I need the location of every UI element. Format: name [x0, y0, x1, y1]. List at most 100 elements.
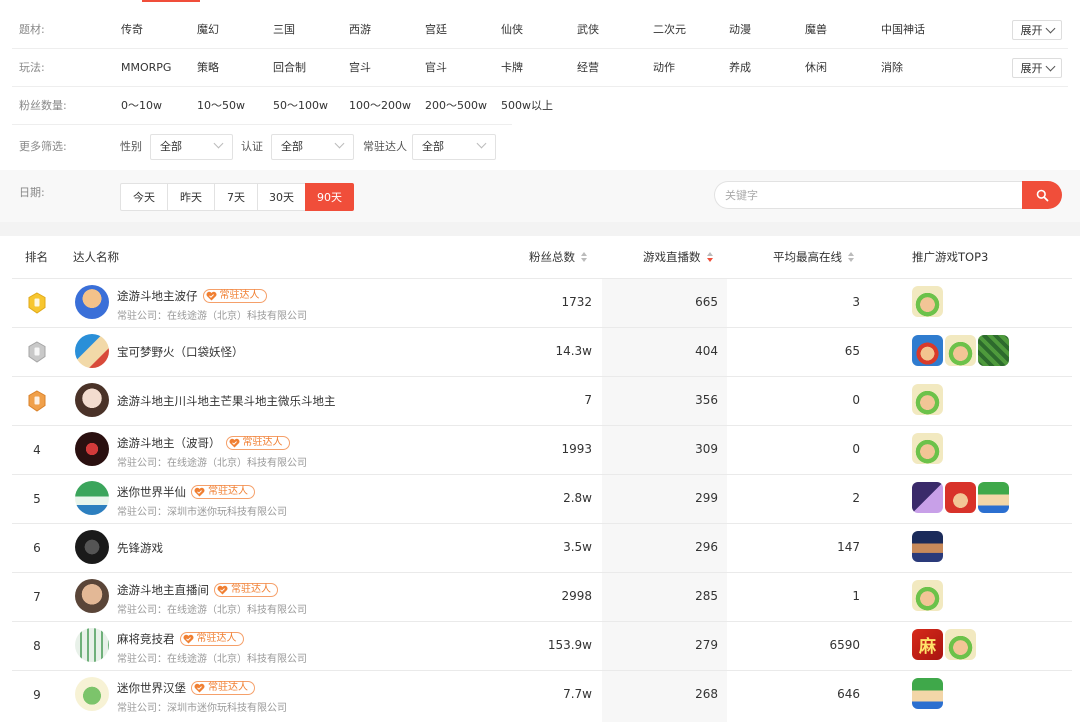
filter-option[interactable]: 10～50w: [197, 87, 245, 125]
filter-option[interactable]: 500w以上: [501, 87, 553, 125]
avatar[interactable]: [75, 383, 109, 417]
game-icon-farmer[interactable]: [912, 580, 943, 611]
filter-option[interactable]: 官斗: [425, 49, 447, 87]
table-header: 排名 达人名称 粉丝总数 游戏直播数 平均最高在线 推广游戏TOP3: [0, 236, 1080, 278]
date-option-today[interactable]: 今天: [120, 183, 168, 211]
filter-option[interactable]: 武侠: [577, 11, 599, 49]
table-row[interactable]: 9 迷你世界汉堡 常驻达人 常驻公司：深圳市迷你玩科技有限公司 7.7w 268 646: [0, 670, 1080, 719]
top-games: [912, 531, 943, 562]
filter-option[interactable]: 魔幻: [197, 11, 219, 49]
streamer-name[interactable]: 先锋游戏: [117, 540, 163, 556]
table-row[interactable]: 途游斗地主川斗地主芒果斗地主微乐斗地主 7 356 0: [0, 376, 1080, 425]
avatar[interactable]: [75, 677, 109, 711]
filter-option[interactable]: 50～100w: [273, 87, 328, 125]
table-row[interactable]: 4 途游斗地主（波哥） 常驻达人 常驻公司：在线途游（北京）科技有限公司 1993 309…: [0, 425, 1080, 474]
chevron-down-icon: [1045, 23, 1055, 34]
streamer-name[interactable]: 途游斗地主川斗地主芒果斗地主微乐斗地主: [117, 393, 336, 409]
fans-count: 7: [584, 393, 592, 407]
expand-label: 展开: [1020, 62, 1043, 75]
filter-option[interactable]: 经营: [577, 49, 599, 87]
game-icon-anime[interactable]: [912, 482, 943, 513]
avatar[interactable]: [75, 334, 109, 368]
game-icon-farmer[interactable]: [945, 335, 976, 366]
avatar[interactable]: [75, 628, 109, 662]
game-icon-block[interactable]: [912, 678, 943, 709]
filter-option[interactable]: MMORPG: [121, 49, 171, 87]
streamer-name[interactable]: 迷你世界汉堡: [117, 680, 186, 696]
verify-select[interactable]: 全部: [271, 134, 354, 160]
filter-option[interactable]: 西游: [349, 11, 371, 49]
filter-option[interactable]: 魔兽: [805, 11, 827, 49]
game-icon-block[interactable]: [978, 482, 1009, 513]
streamer-name[interactable]: 途游斗地主（波哥）: [117, 435, 221, 451]
streamer-name[interactable]: 途游斗地主波仔: [117, 288, 198, 304]
filter-option[interactable]: 二次元: [653, 11, 686, 49]
filter-option[interactable]: 200～500w: [425, 87, 487, 125]
filter-option[interactable]: 养成: [729, 49, 751, 87]
filter-option[interactable]: 动作: [653, 49, 675, 87]
filter-option[interactable]: 三国: [273, 11, 295, 49]
avg-peak-online: 6590: [829, 638, 860, 652]
filter-option[interactable]: 0～10w: [121, 87, 162, 125]
search-icon: [1036, 189, 1048, 201]
game-icon-pirate[interactable]: [912, 335, 943, 366]
streamer-name[interactable]: 麻将竞技君: [117, 631, 175, 647]
avg-peak-online: 0: [852, 393, 860, 407]
filter-option[interactable]: 100～200w: [349, 87, 411, 125]
expand-label: 展开: [1020, 24, 1043, 37]
gender-select[interactable]: 全部: [150, 134, 233, 160]
filter-option[interactable]: 休闲: [805, 49, 827, 87]
expand-gameplay-button[interactable]: 展开: [1012, 58, 1062, 78]
filter-option[interactable]: 卡牌: [501, 49, 523, 87]
table-row[interactable]: 5 迷你世界半仙 常驻达人 常驻公司：深圳市迷你玩科技有限公司 2.8w 299 2: [0, 474, 1080, 523]
table-row[interactable]: 6 先锋游戏 3.5w 296 147: [0, 523, 1080, 572]
avatar[interactable]: [75, 432, 109, 466]
search-input[interactable]: [714, 181, 1024, 209]
date-option-yesterday[interactable]: 昨天: [167, 183, 215, 211]
streamer-name-line: 宝可梦野火（口袋妖怪）: [117, 344, 244, 360]
heart-icon: [194, 683, 205, 693]
header-fans[interactable]: 粉丝总数: [529, 236, 588, 278]
streamer-name[interactable]: 宝可梦野火（口袋妖怪）: [117, 344, 244, 360]
game-icon-forest[interactable]: [978, 335, 1009, 366]
game-icon-farmer[interactable]: [945, 629, 976, 660]
date-option-30d[interactable]: 30天: [257, 183, 306, 211]
filter-option[interactable]: 消除: [881, 49, 903, 87]
avatar[interactable]: [75, 481, 109, 515]
table-row[interactable]: 7 途游斗地主直播间 常驻达人 常驻公司：在线途游（北京）科技有限公司 2998 285 1: [0, 572, 1080, 621]
streamer-name[interactable]: 途游斗地主直播间: [117, 582, 209, 598]
filter-option[interactable]: 动漫: [729, 11, 751, 49]
resident-select[interactable]: 全部: [412, 134, 496, 160]
game-icon-mahjong[interactable]: 麻: [912, 629, 943, 660]
streamer-name-line: 途游斗地主（波哥） 常驻达人: [117, 435, 290, 451]
game-icon-farmer[interactable]: [912, 384, 943, 415]
table-row[interactable]: 8 麻将竞技君 常驻达人 常驻公司：在线途游（北京）科技有限公司 153.9w 279 65…: [0, 621, 1080, 670]
avatar[interactable]: [75, 579, 109, 613]
date-option-7d[interactable]: 7天: [214, 183, 258, 211]
filter-option[interactable]: 宫斗: [349, 49, 371, 87]
top-games: [912, 678, 943, 709]
filter-option[interactable]: 中国神话: [881, 11, 925, 49]
header-live[interactable]: 游戏直播数: [643, 236, 714, 278]
table-row[interactable]: 途游斗地主波仔 常驻达人 常驻公司：在线途游（北京）科技有限公司 1732 665 3: [0, 278, 1080, 327]
filter-option[interactable]: 策略: [197, 49, 219, 87]
header-online[interactable]: 平均最高在线: [773, 236, 855, 278]
game-icon-farmer[interactable]: [912, 286, 943, 317]
game-icon-redhair[interactable]: [945, 482, 976, 513]
game-icon-farmer[interactable]: [912, 433, 943, 464]
filter-option[interactable]: 宫廷: [425, 11, 447, 49]
filter-option[interactable]: 传奇: [121, 11, 143, 49]
avatar[interactable]: [75, 285, 109, 319]
filter-option[interactable]: 仙侠: [501, 11, 523, 49]
streamer-name[interactable]: 迷你世界半仙: [117, 484, 186, 500]
game-icon-hero[interactable]: [912, 531, 943, 562]
expand-theme-button[interactable]: 展开: [1012, 20, 1062, 40]
filter-option[interactable]: 回合制: [273, 49, 306, 87]
search-button[interactable]: [1022, 181, 1062, 209]
avatar[interactable]: [75, 530, 109, 564]
heart-icon: [217, 585, 228, 595]
date-option-90d[interactable]: 90天: [305, 183, 354, 211]
gold-medal-icon: [28, 291, 46, 314]
badge-label: 常驻达人: [231, 584, 271, 595]
table-row[interactable]: 宝可梦野火（口袋妖怪） 14.3w 404 65: [0, 327, 1080, 376]
